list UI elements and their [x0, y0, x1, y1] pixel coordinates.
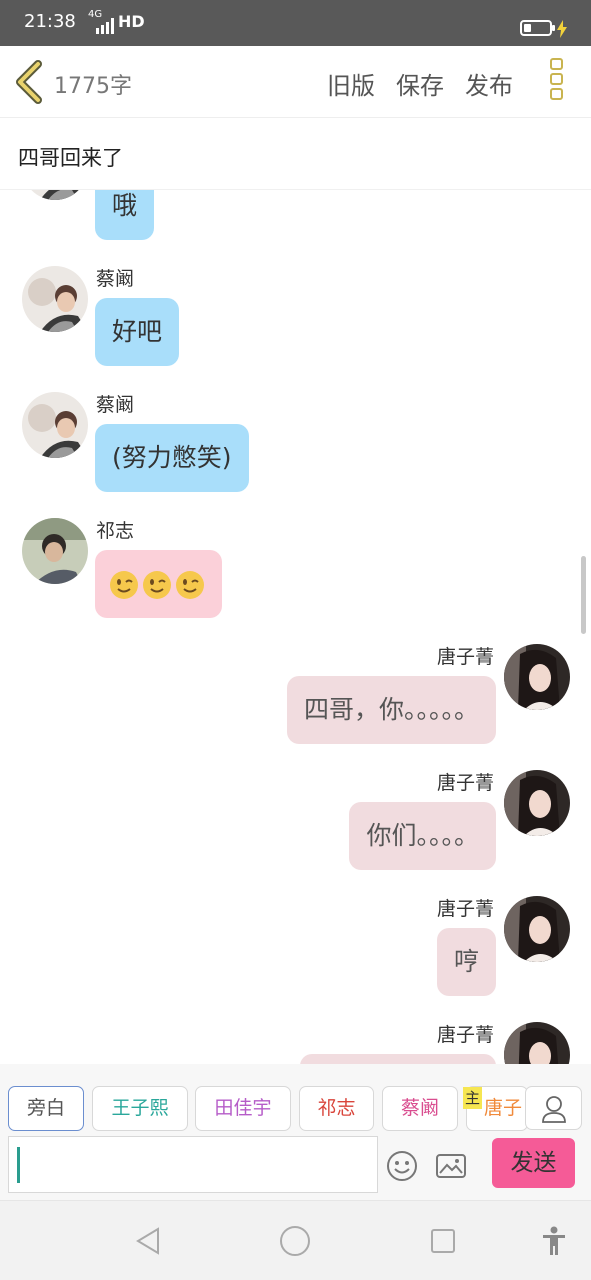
avatar-tangzijing[interactable]	[504, 1022, 570, 1064]
nav-recents-icon[interactable]	[427, 1225, 459, 1257]
input-row: 发送	[0, 1136, 591, 1200]
message-bubble[interactable]: 好吧	[95, 298, 180, 366]
editor-header: 1775字 旧版 保存 发布	[0, 46, 591, 118]
more-menu-icon[interactable]	[550, 58, 568, 108]
word-count: 1775字	[54, 74, 132, 99]
old-version-button[interactable]: 旧版	[327, 66, 375, 101]
add-character-button[interactable]	[525, 1086, 582, 1130]
status-bar: 21:38 4G HD	[0, 0, 591, 46]
avatar-tangzijing[interactable]	[504, 896, 570, 962]
save-button[interactable]: 保存	[396, 66, 444, 101]
hd-indicator: HD	[118, 12, 145, 31]
nav-home-icon[interactable]	[279, 1225, 311, 1257]
message-bubble[interactable]: 四哥，你。。。。。	[286, 676, 496, 744]
avatar-caikun[interactable]	[22, 266, 88, 332]
speaker-name: 祁志	[96, 520, 135, 542]
story-title-bar[interactable]: 四哥回来了	[0, 118, 591, 190]
charging-icon	[557, 20, 567, 38]
character-selector: 旁白 王子熙 田佳宇 祁志 蔡阚 唐子	[0, 1064, 591, 1136]
chat-area[interactable]: 哦 蔡阚 好吧 蔡阚 (努力憋笑) 祁志 唐子菁 四哥，你。。。。。 唐子菁 你…	[0, 190, 591, 1064]
avatar-caikun[interactable]	[22, 190, 88, 200]
speaker-name: 唐子菁	[436, 898, 494, 920]
system-nav-bar	[0, 1200, 591, 1280]
message-bubble[interactable]: 你们。。。。	[349, 802, 496, 870]
chat-scrollbar[interactable]	[581, 556, 586, 634]
emoji-icon[interactable]	[386, 1150, 418, 1182]
speaker-name: 唐子菁	[436, 772, 494, 794]
message-bubble[interactable]: (努力憋笑)	[95, 424, 249, 492]
person-icon	[542, 1096, 566, 1123]
winking-face-icon	[143, 571, 171, 599]
status-time: 21:38	[24, 11, 76, 32]
back-arrow-icon[interactable]	[14, 60, 46, 104]
winking-face-icon	[176, 571, 204, 599]
message-bubble[interactable]: 哼	[436, 928, 496, 996]
image-icon[interactable]	[435, 1150, 467, 1182]
character-chip-caikan[interactable]: 蔡阚	[382, 1086, 458, 1131]
speaker-name: 蔡阚	[96, 268, 135, 290]
text-cursor	[17, 1147, 20, 1183]
message-bubble[interactable]	[300, 1054, 496, 1064]
character-chip-wangzixi[interactable]: 王子熙	[92, 1086, 188, 1131]
nav-back-icon[interactable]	[132, 1225, 164, 1257]
message-bubble[interactable]	[95, 550, 222, 618]
message-input[interactable]	[8, 1136, 378, 1193]
character-chip-narrator[interactable]: 旁白	[8, 1086, 84, 1131]
publish-button[interactable]: 发布	[465, 66, 513, 101]
protagonist-badge: 主	[463, 1087, 482, 1109]
story-title: 四哥回来了	[18, 146, 123, 170]
character-chip-tianjiayu[interactable]: 田佳宇	[195, 1086, 291, 1131]
avatar-tangzijing[interactable]	[504, 644, 570, 710]
winking-face-icon	[110, 571, 138, 599]
avatar-caikun[interactable]	[22, 392, 88, 458]
avatar-qizhi[interactable]	[22, 518, 88, 584]
character-chip-qizhi[interactable]: 祁志	[299, 1086, 374, 1131]
signal-icon	[96, 18, 114, 34]
speaker-name: 蔡阚	[96, 394, 135, 416]
message-bubble[interactable]: 哦	[95, 190, 155, 240]
avatar-tangzijing[interactable]	[504, 770, 570, 836]
speaker-name: 唐子菁	[436, 1024, 494, 1046]
accessibility-icon[interactable]	[538, 1225, 570, 1257]
battery-icon	[520, 20, 555, 36]
send-button[interactable]: 发送	[492, 1138, 575, 1188]
speaker-name: 唐子菁	[436, 646, 494, 668]
